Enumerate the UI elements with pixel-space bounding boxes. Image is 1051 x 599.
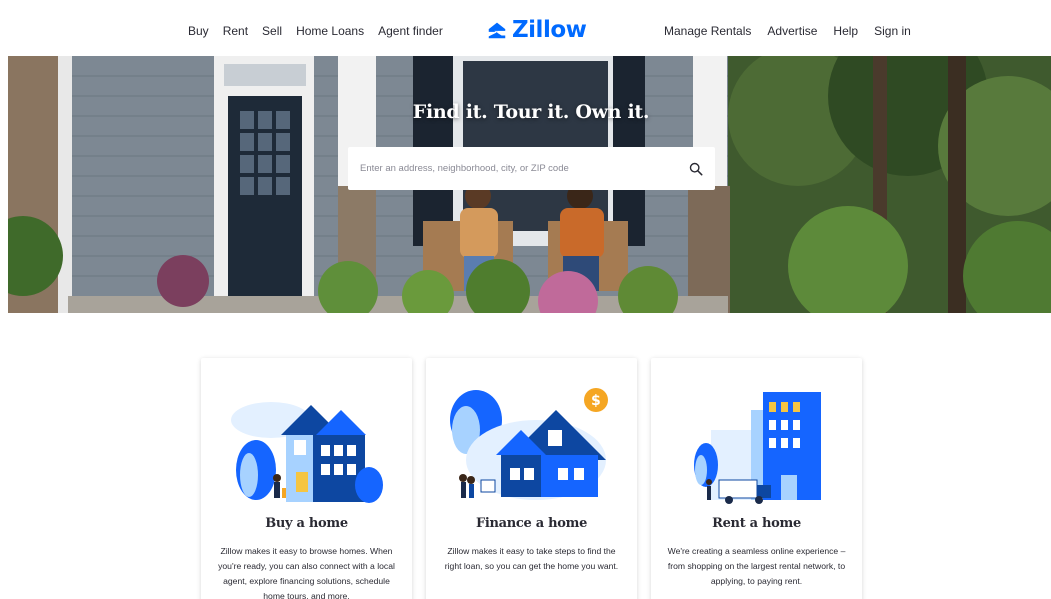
card-title: Rent a home [712,516,801,531]
card-description: We're creating a seamless online experie… [667,546,846,586]
card-buy-a-home[interactable]: Buy a home Zillow makes it easy to brows… [201,358,412,599]
nav-manage-rentals[interactable]: Manage Rentals [664,24,751,38]
nav-help[interactable]: Help [833,24,858,38]
finance-house-illustration: $ [450,388,608,500]
nav-advertise[interactable]: Advertise [767,24,817,38]
zillow-logo-icon [488,22,506,39]
logo-text: Zillow [512,17,587,43]
rental-building-illustration [694,392,821,504]
primary-nav: Buy Rent Sell Home Loans Agent finder [188,24,457,38]
hero-banner: Find it. Tour it. Own it. Enter an addre… [8,56,1051,313]
card-title: Buy a home [265,516,348,531]
card-description: Zillow makes it easy to browse homes. Wh… [218,546,395,599]
nav-rent[interactable]: Rent [223,24,248,38]
hero-title: Find it. Tour it. Own it. [412,101,650,123]
card-finance-a-home[interactable]: $ Finance a home Zillow makes it easy to… [426,358,637,599]
search-input[interactable]: Enter an address, neighborhood, city, or… [360,163,689,174]
secondary-nav: Manage Rentals Advertise Help Sign in [664,24,927,38]
svg-text:$: $ [591,393,601,409]
service-cards: Buy a home Zillow makes it easy to brows… [201,358,876,599]
card-description: Zillow makes it easy to take steps to fi… [444,546,619,571]
card-rent-a-home[interactable]: Rent a home We're creating a seamless on… [651,358,862,599]
card-title: Finance a home [475,516,588,531]
search-icon[interactable] [689,162,703,176]
search-bar[interactable]: Enter an address, neighborhood, city, or… [348,147,715,190]
nav-sell[interactable]: Sell [262,24,282,38]
nav-home-loans[interactable]: Home Loans [296,24,364,38]
nav-buy[interactable]: Buy [188,24,209,38]
nav-agent-finder[interactable]: Agent finder [378,24,443,38]
zillow-logo[interactable]: Zillow [486,17,587,43]
nav-sign-in[interactable]: Sign in [874,24,911,38]
house-illustration [231,402,383,503]
site-header: Buy Rent Sell Home Loans Agent finder Zi… [0,0,1051,58]
